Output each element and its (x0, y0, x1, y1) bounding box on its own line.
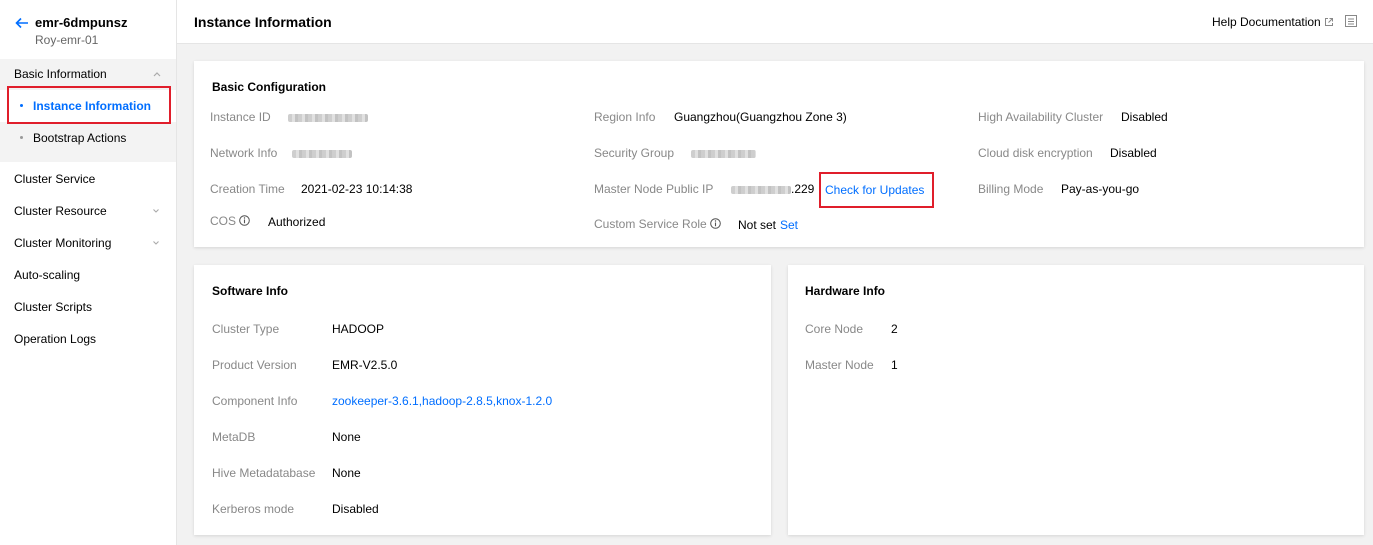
sidebar-item-bootstrap-actions[interactable]: Bootstrap Actions (0, 122, 176, 154)
basic-configuration-card: Basic Configuration Instance ID Network … (194, 61, 1364, 247)
sidebar-item-auto-scaling[interactable]: Auto-scaling (14, 268, 80, 282)
help-documentation-link[interactable]: Help Documentation (1212, 15, 1321, 29)
billing-mode-value: Pay-as-you-go (1061, 182, 1140, 196)
master-node-label: Master Node (805, 358, 874, 372)
network-info-value-redacted (292, 150, 352, 158)
hive-metadatabase-value: None (332, 466, 361, 480)
sidebar-header: emr-6dmpunsz Roy-emr-01 (0, 0, 176, 58)
hardware-info-card: Hardware Info Core Node 2 Master Node 1 (788, 265, 1364, 535)
network-info-label: Network Info (210, 146, 278, 160)
document-icon[interactable] (1345, 15, 1357, 27)
cos-label-text: COS (210, 214, 237, 228)
instance-id-label: Instance ID (210, 110, 271, 124)
cluster-id: emr-6dmpunsz (35, 15, 128, 30)
master-ip-label: Master Node Public IP (594, 182, 714, 196)
region-info-label: Region Info (594, 110, 656, 124)
sidebar-item-label: Bootstrap Actions (33, 131, 127, 145)
external-link-icon[interactable] (1324, 17, 1334, 27)
sidebar-item-cluster-monitoring[interactable]: Cluster Monitoring (14, 236, 111, 250)
creation-time-label: Creation Time (210, 182, 285, 196)
kerberos-mode-value: Disabled (332, 502, 379, 516)
master-ip-value-redacted (731, 186, 791, 194)
highlight-box (7, 86, 171, 124)
component-info-link[interactable]: zookeeper-3.6.1,hadoop-2.8.5,knox-1.2.0 (332, 394, 552, 408)
core-node-label: Core Node (805, 322, 864, 336)
chevron-up-icon[interactable] (152, 70, 162, 78)
sidebar: emr-6dmpunsz Roy-emr-01 Basic Informatio… (0, 0, 177, 545)
sidebar-item-cluster-resource[interactable]: Cluster Resource (14, 204, 107, 218)
set-link[interactable]: Set (780, 218, 798, 232)
card-title: Basic Configuration (212, 80, 327, 94)
component-info-label: Component Info (212, 394, 298, 408)
page-title: Instance Information (194, 14, 332, 30)
cluster-name: Roy-emr-01 (35, 33, 99, 47)
ha-cluster-value: Disabled (1121, 110, 1168, 124)
page-header: Instance Information Help Documentation (177, 0, 1373, 44)
master-ip-suffix: .229 (791, 182, 815, 196)
check-for-updates-link[interactable]: Check for Updates (825, 183, 924, 197)
custom-service-role-label: Custom Service Role (594, 217, 721, 231)
security-group-label: Security Group (594, 146, 675, 160)
ha-cluster-label: High Availability Cluster (978, 110, 1104, 124)
custom-service-role-label-text: Custom Service Role (594, 217, 707, 231)
sidebar-group-title[interactable]: Basic Information (14, 67, 107, 81)
region-info-value: Guangzhou(Guangzhou Zone 3) (674, 110, 847, 124)
instance-id-value-redacted (288, 114, 368, 122)
security-group-value-redacted (691, 150, 756, 158)
cluster-type-value: HADOOP (332, 322, 385, 336)
info-icon[interactable] (709, 218, 721, 229)
chevron-down-icon[interactable] (152, 240, 160, 246)
product-version-value: EMR-V2.5.0 (332, 358, 398, 372)
kerberos-mode-label: Kerberos mode (212, 502, 295, 516)
creation-time-value: 2021-02-23 10:14:38 (301, 182, 413, 196)
cos-value: Authorized (268, 215, 326, 229)
card-title: Hardware Info (805, 284, 886, 298)
core-node-value: 2 (891, 322, 898, 336)
software-info-card: Software Info Cluster Type HADOOP Produc… (194, 265, 771, 535)
sidebar-item-cluster-service[interactable]: Cluster Service (14, 172, 95, 186)
sidebar-item-cluster-scripts[interactable]: Cluster Scripts (14, 300, 92, 314)
cluster-type-label: Cluster Type (212, 322, 280, 336)
billing-mode-label: Billing Mode (978, 182, 1044, 196)
back-arrow-icon[interactable] (14, 15, 30, 31)
card-title: Software Info (212, 284, 289, 298)
master-node-value: 1 (891, 358, 898, 372)
chevron-down-icon[interactable] (152, 208, 160, 214)
cos-label: COS (210, 214, 250, 228)
metadb-label: MetaDB (212, 430, 256, 444)
product-version-label: Product Version (212, 358, 297, 372)
custom-service-role-value: Not set (738, 218, 777, 232)
cloud-disk-encryption-value: Disabled (1110, 146, 1157, 160)
metadb-value: None (332, 430, 361, 444)
info-icon[interactable] (239, 215, 250, 226)
cloud-disk-encryption-label: Cloud disk encryption (978, 146, 1093, 160)
hive-metadatabase-label: Hive Metadatabase (212, 466, 316, 480)
bullet-icon (20, 136, 23, 139)
sidebar-item-operation-logs[interactable]: Operation Logs (14, 332, 96, 346)
